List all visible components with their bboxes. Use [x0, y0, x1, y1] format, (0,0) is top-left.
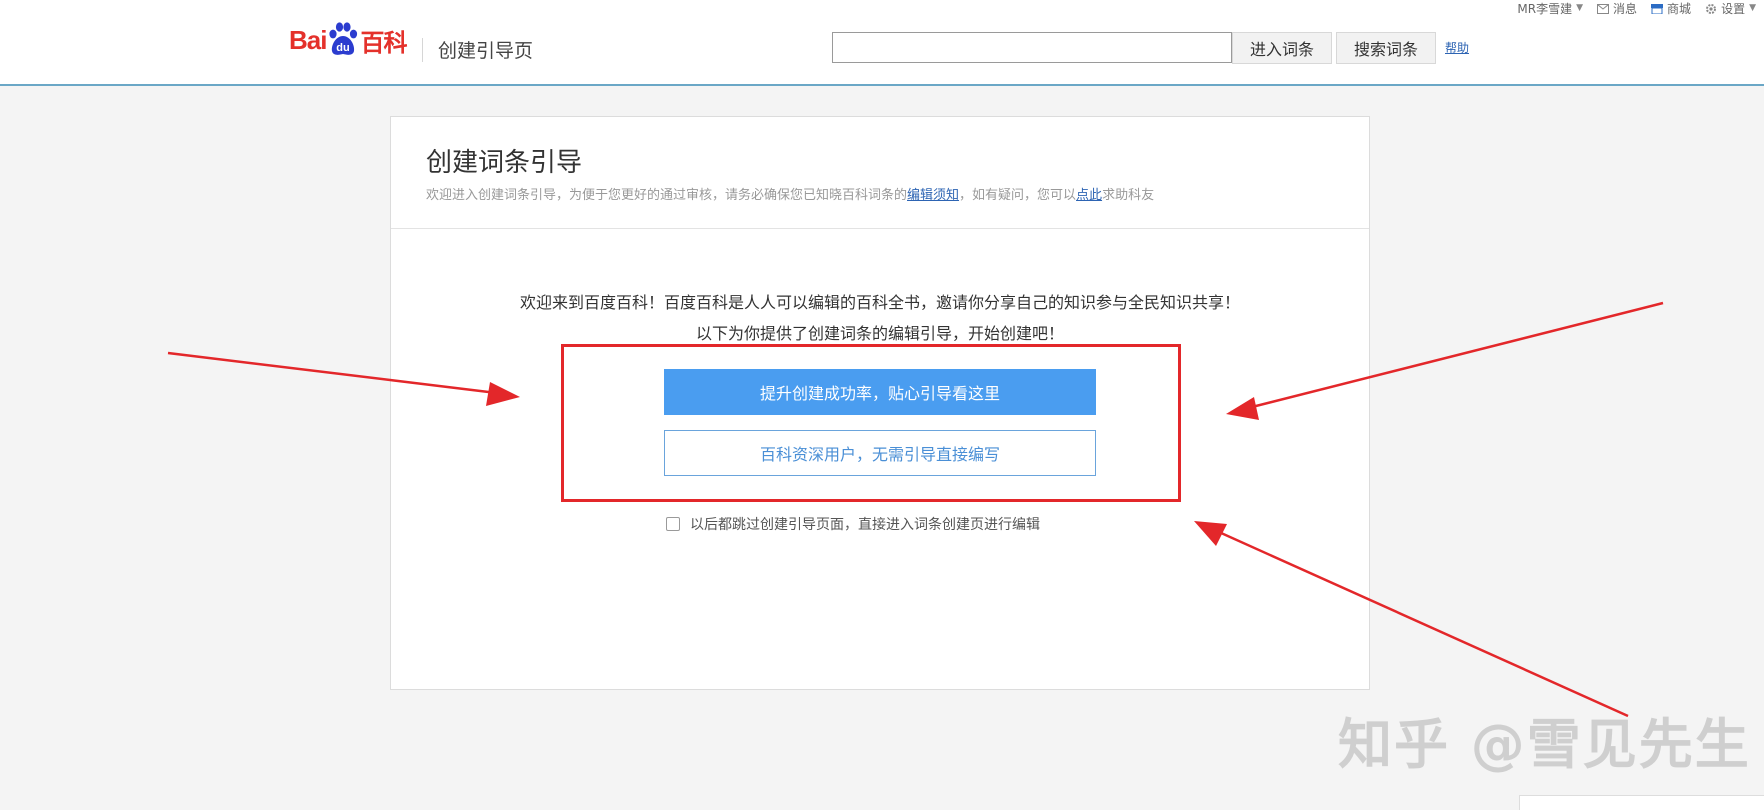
logo-paw-text: du: [337, 42, 350, 54]
mall-label: 商城: [1667, 1, 1692, 16]
baidu-baike-logo[interactable]: Bai du 百科: [289, 18, 407, 62]
search-input[interactable]: [832, 32, 1232, 63]
skip-guide-checkbox[interactable]: [666, 517, 680, 531]
messages-label: 消息: [1613, 1, 1638, 16]
settings-menu[interactable]: 设置 ▼: [1705, 0, 1756, 17]
card-header: 创建词条引导 欢迎进入创建词条引导，为便于您更好的通过审核，请务必确保您已知晓百…: [391, 117, 1369, 229]
mail-icon: [1597, 3, 1610, 14]
desc-text-2: ，如有疑问，您可以: [959, 188, 1077, 203]
paw-icon: du: [327, 21, 359, 59]
mall-link[interactable]: 商城: [1651, 0, 1691, 17]
welcome-line-2: 以下为你提供了创建词条的编辑引导，开始创建吧！: [695, 324, 1064, 343]
messages-link[interactable]: 消息: [1597, 0, 1637, 17]
user-name: MR李雪建: [1517, 1, 1573, 16]
shop-icon: [1651, 3, 1664, 15]
click-here-link[interactable]: 点此: [1076, 188, 1102, 203]
desc-text-3: 求助科友: [1102, 188, 1155, 203]
user-topbar: MR李雪建 ▼ 消息 商城 设置 ▼: [1517, 0, 1756, 16]
logo-latin: Bai: [289, 24, 327, 55]
search-entry-button[interactable]: 搜索词条: [1336, 32, 1436, 64]
logo-cn: 百科: [360, 28, 407, 57]
skip-guide-option[interactable]: 以后都跳过创建引导页面，直接进入词条创建页进行编辑: [666, 514, 1040, 534]
chevron-down-icon: ▼: [1749, 3, 1756, 13]
desc-text-1: 欢迎进入创建词条引导，为便于您更好的通过审核，请务必确保您已知晓百科词条的: [426, 188, 908, 203]
header: Bai du 百科 创建引导页 进入词条 搜索词条 帮助 MR李雪建 ▼ 消息: [0, 0, 1764, 86]
card-title: 创建词条引导: [426, 148, 583, 178]
annotation-highlight-box: [561, 344, 1181, 502]
page-subtitle: 创建引导页: [438, 40, 534, 62]
settings-label: 设置: [1721, 1, 1746, 16]
skip-guide-label: 以后都跳过创建引导页面，直接进入词条创建页进行编辑: [690, 517, 1040, 533]
logo-divider: [422, 38, 423, 62]
enter-entry-button[interactable]: 进入词条: [1232, 32, 1332, 64]
corner-panel: [1519, 795, 1764, 810]
card-description: 欢迎进入创建词条引导，为便于您更好的通过审核，请务必确保您已知晓百科词条的编辑须…: [426, 184, 1154, 203]
help-link[interactable]: 帮助: [1445, 39, 1469, 56]
gear-icon: [1705, 3, 1717, 14]
welcome-line-1: 欢迎来到百度百科！百度百科是人人可以编辑的百科全书，邀请你分享自己的知识参与全民…: [519, 293, 1240, 312]
edit-notice-link[interactable]: 编辑须知: [907, 188, 959, 203]
user-menu[interactable]: MR李雪建 ▼: [1517, 0, 1583, 17]
chevron-down-icon: ▼: [1576, 3, 1584, 13]
watermark: 知乎 @雪见先生: [1338, 713, 1751, 776]
